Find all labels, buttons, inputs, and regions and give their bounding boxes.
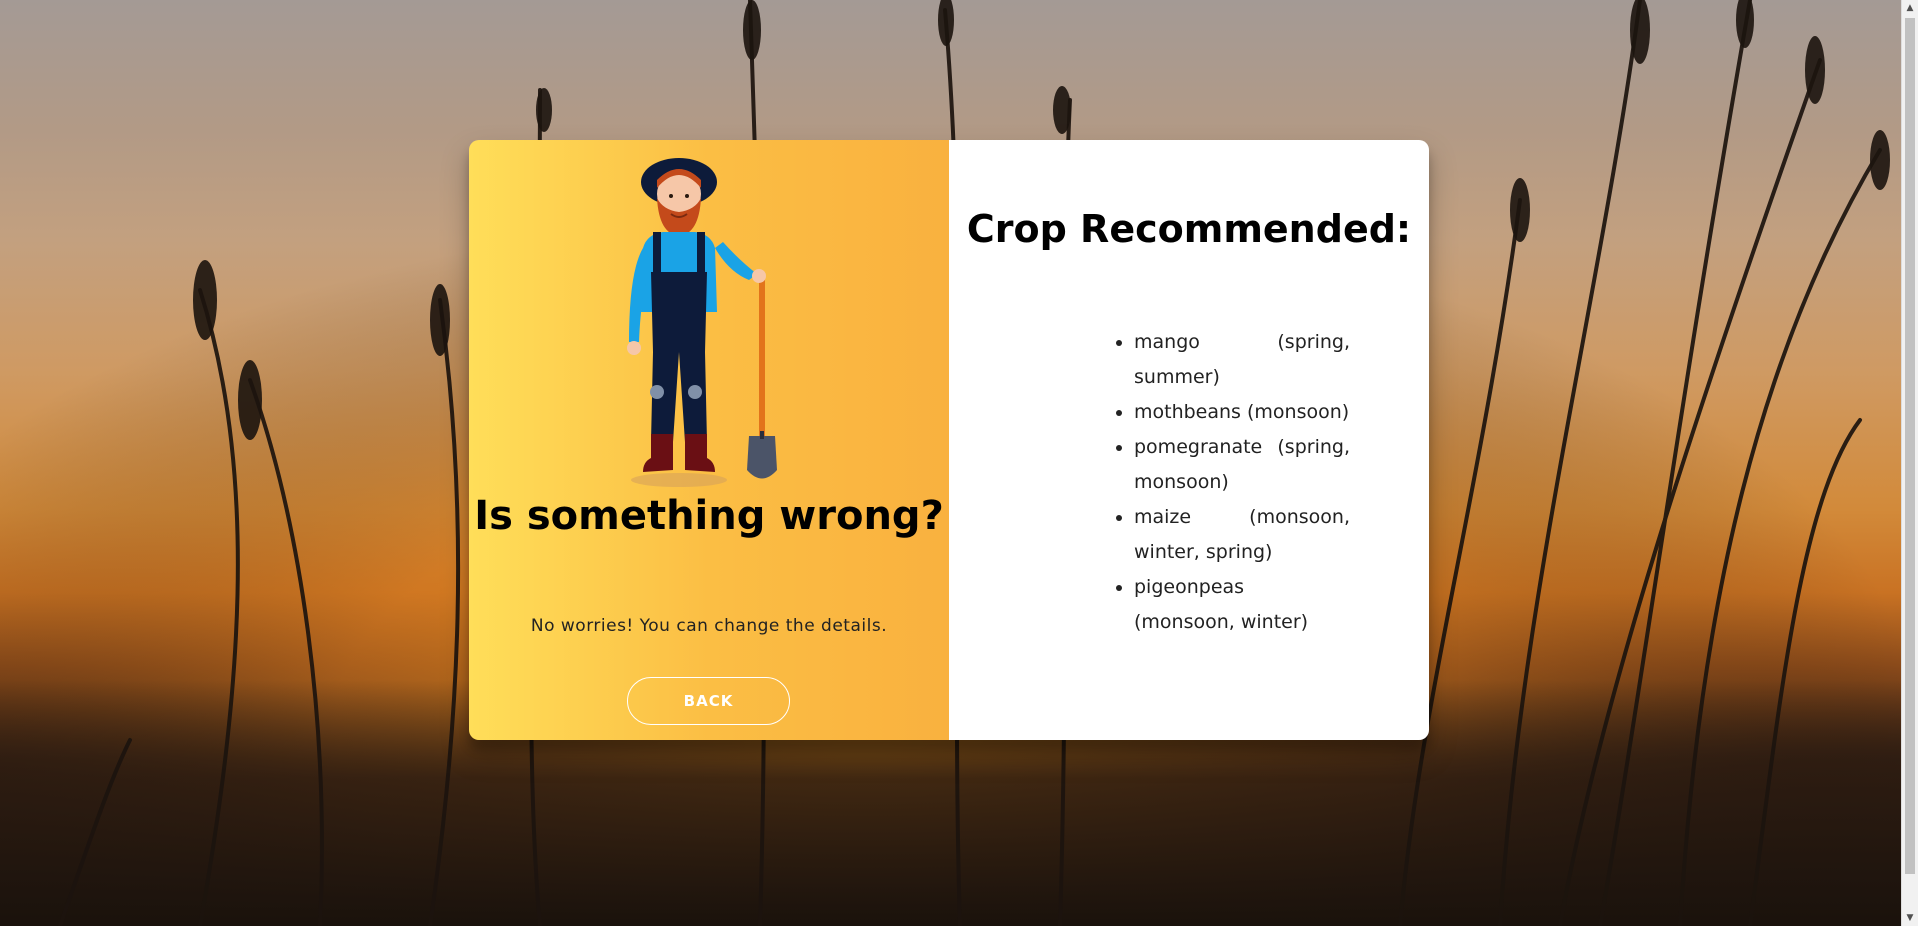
left-panel: Is something wrong? No worries! You can … (469, 140, 949, 740)
crop-item: pomegranate (spring, monsoon) (1134, 430, 1350, 500)
crop-item: pigeonpeas (monsoon, winter) (1134, 570, 1350, 640)
scroll-down-arrow-icon[interactable]: ▼ (1902, 910, 1918, 926)
farmer-illustration (627, 158, 777, 487)
crop-item: mango (spring, summer) (1134, 325, 1350, 395)
result-card: Is something wrong? No worries! You can … (469, 140, 1429, 740)
crop-item: maize (monsoon, winter, spring) (1134, 500, 1350, 570)
right-panel: Crop Recommended: mango (spring, summer)… (949, 140, 1429, 740)
left-panel-message: No worries! You can change the details. (530, 616, 888, 636)
left-panel-title: Is something wrong? (474, 493, 944, 539)
scroll-thumb[interactable] (1905, 18, 1915, 874)
crop-list: mango (spring, summer) mothbeans (monsoo… (1110, 325, 1350, 640)
crop-item: mothbeans (monsoon) (1134, 395, 1350, 430)
crop-recommended-title: Crop Recommended: (966, 207, 1412, 251)
scroll-up-arrow-icon[interactable]: ▲ (1902, 0, 1918, 16)
back-button[interactable]: BACK (627, 677, 790, 725)
vertical-scrollbar[interactable]: ▲ ▼ (1901, 0, 1918, 926)
